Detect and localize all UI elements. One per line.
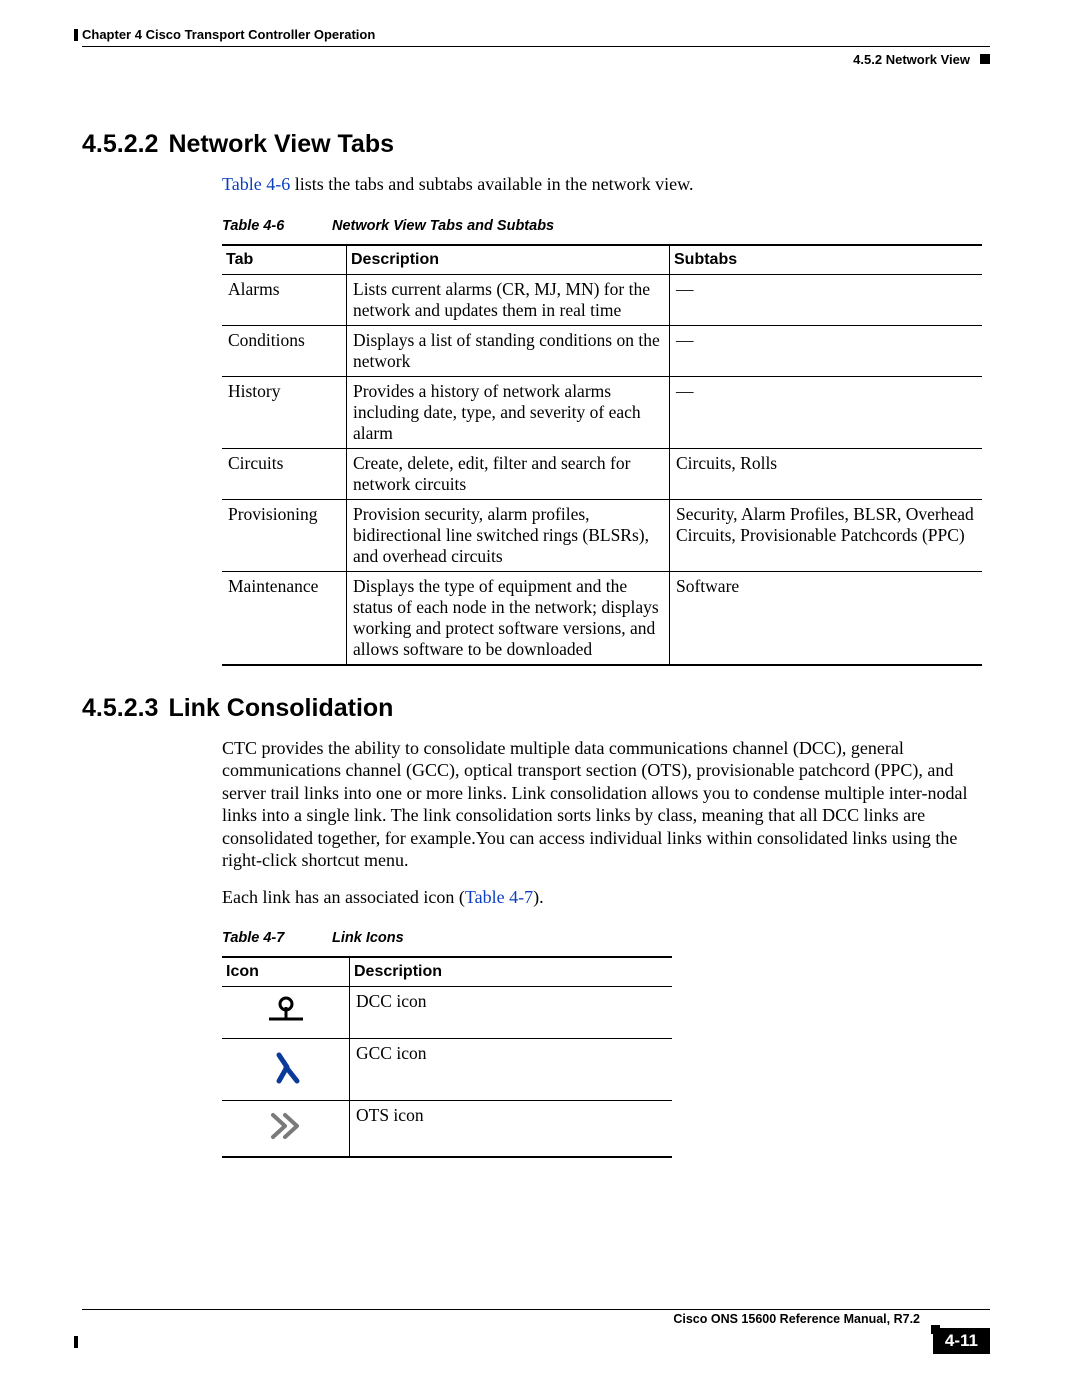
page: Chapter 4 Cisco Transport Controller Ope… bbox=[0, 0, 1080, 1360]
table-row: GCC icon bbox=[222, 1039, 672, 1101]
col-header-description: Description bbox=[347, 245, 670, 275]
icon-cell bbox=[222, 987, 350, 1039]
section-heading-network-view-tabs: 4.5.2.2 Network View Tabs bbox=[82, 130, 990, 159]
page-number: 4-11 bbox=[933, 1328, 990, 1354]
footer-manual-title: Cisco ONS 15600 Reference Manual, R7.2 bbox=[82, 1312, 990, 1326]
header-bar-icon bbox=[74, 29, 78, 41]
network-view-tabs-table: Tab Description Subtabs Alarms Lists cur… bbox=[222, 244, 982, 666]
col-header-subtabs: Subtabs bbox=[670, 245, 983, 275]
link-icons-table: Icon Description bbox=[222, 956, 672, 1158]
table-ref-link[interactable]: Table 4-6 bbox=[222, 174, 290, 194]
col-header-tab: Tab bbox=[222, 245, 347, 275]
intro-paragraph: Table 4-6 lists the tabs and subtabs ava… bbox=[222, 173, 990, 196]
running-header-right: 4.5.2 Network View bbox=[853, 52, 970, 67]
header-rule bbox=[82, 46, 990, 47]
icon-cell bbox=[222, 1039, 350, 1101]
link-icons-intro: Each link has an associated icon (Table … bbox=[222, 886, 990, 909]
cell-tab: Provisioning bbox=[222, 499, 347, 571]
header-marker-icon bbox=[980, 54, 990, 64]
table-number: Table 4-6 bbox=[222, 218, 332, 234]
cell-tab: Maintenance bbox=[222, 571, 347, 665]
icon-cell bbox=[222, 1101, 350, 1158]
section-number: 4.5.2.3 bbox=[82, 694, 158, 723]
cell-desc: Provides a history of network alarms inc… bbox=[347, 376, 670, 448]
cell-sub: — bbox=[670, 376, 983, 448]
dcc-icon bbox=[265, 995, 307, 1030]
cell-tab: Circuits bbox=[222, 448, 347, 499]
footer-rule bbox=[82, 1309, 990, 1310]
text: Each link has an associated icon ( bbox=[222, 887, 465, 907]
footer-left-bar-icon bbox=[74, 1336, 78, 1348]
section-heading-link-consolidation: 4.5.2.3 Link Consolidation bbox=[82, 694, 990, 723]
table-row: History Provides a history of network al… bbox=[222, 376, 982, 448]
link-consolidation-paragraph: CTC provides the ability to consolidate … bbox=[222, 737, 990, 872]
intro-text: lists the tabs and subtabs available in … bbox=[290, 174, 693, 194]
cell-tab: Alarms bbox=[222, 274, 347, 325]
table-number: Table 4-7 bbox=[222, 930, 332, 946]
table-ref-link[interactable]: Table 4-7 bbox=[465, 887, 533, 907]
ots-icon bbox=[267, 1109, 305, 1148]
section-title: Network View Tabs bbox=[168, 130, 394, 158]
cell-sub: — bbox=[670, 274, 983, 325]
gcc-icon bbox=[269, 1047, 303, 1092]
page-footer: Cisco ONS 15600 Reference Manual, R7.2 4… bbox=[82, 1309, 990, 1326]
table-row: OTS icon bbox=[222, 1101, 672, 1158]
cell-tab: Conditions bbox=[222, 325, 347, 376]
table-row: DCC icon bbox=[222, 987, 672, 1039]
table-title: Network View Tabs and Subtabs bbox=[332, 218, 554, 234]
running-header-left: Chapter 4 Cisco Transport Controller Ope… bbox=[82, 27, 375, 42]
section-number: 4.5.2.2 bbox=[82, 130, 158, 159]
text: ). bbox=[533, 887, 544, 907]
cell-desc: GCC icon bbox=[350, 1039, 673, 1101]
cell-desc: Displays the type of equipment and the s… bbox=[347, 571, 670, 665]
table-caption-2: Table 4-7Link Icons bbox=[222, 930, 990, 946]
cell-desc: Lists current alarms (CR, MJ, MN) for th… bbox=[347, 274, 670, 325]
col-header-description: Description bbox=[350, 957, 673, 987]
section-title: Link Consolidation bbox=[168, 694, 393, 722]
table-row: Circuits Create, delete, edit, filter an… bbox=[222, 448, 982, 499]
cell-desc: DCC icon bbox=[350, 987, 673, 1039]
cell-tab: History bbox=[222, 376, 347, 448]
cell-desc: OTS icon bbox=[350, 1101, 673, 1158]
cell-sub: — bbox=[670, 325, 983, 376]
cell-sub: Security, Alarm Profiles, BLSR, Overhead… bbox=[670, 499, 983, 571]
table-row: Conditions Displays a list of standing c… bbox=[222, 325, 982, 376]
cell-desc: Provision security, alarm profiles, bidi… bbox=[347, 499, 670, 571]
table-caption-1: Table 4-6Network View Tabs and Subtabs bbox=[222, 218, 990, 234]
cell-desc: Create, delete, edit, filter and search … bbox=[347, 448, 670, 499]
table-row: Maintenance Displays the type of equipme… bbox=[222, 571, 982, 665]
cell-desc: Displays a list of standing conditions o… bbox=[347, 325, 670, 376]
content-area: 4.5.2.2 Network View Tabs Table 4-6 lists… bbox=[82, 130, 990, 1158]
table-row: Provisioning Provision security, alarm p… bbox=[222, 499, 982, 571]
table-title: Link Icons bbox=[332, 930, 404, 946]
table-row: Alarms Lists current alarms (CR, MJ, MN)… bbox=[222, 274, 982, 325]
cell-sub: Software bbox=[670, 571, 983, 665]
col-header-icon: Icon bbox=[222, 957, 350, 987]
cell-sub: Circuits, Rolls bbox=[670, 448, 983, 499]
